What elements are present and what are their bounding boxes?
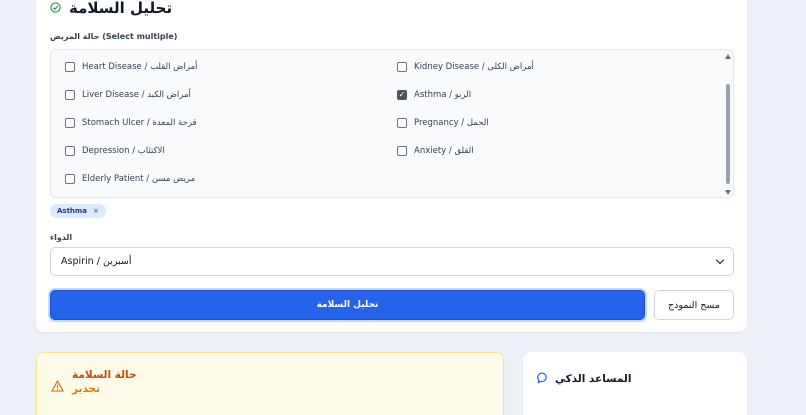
safety-analysis-form: تحليل السلامة حالة المريض (Select multip… xyxy=(36,0,747,332)
condition-label: Heart Disease / أمراض القلب xyxy=(82,62,198,72)
check-circle-icon xyxy=(50,0,61,17)
condition-option-kidney-disease[interactable]: Kidney Disease / أمراض الكلى xyxy=(397,62,534,72)
scroll-down-arrow[interactable] xyxy=(725,190,731,195)
drug-select[interactable]: Aspirin / أسبرين xyxy=(50,247,734,276)
condition-option-stomach-ulcer[interactable]: Stomach Ulcer / قرحة المعدة xyxy=(65,118,197,128)
form-header: تحليل السلامة xyxy=(50,0,172,17)
condition-label: Stomach Ulcer / قرحة المعدة xyxy=(82,118,197,128)
clear-form-button[interactable]: مسح النموذج xyxy=(654,290,734,320)
condition-checkbox-checked[interactable]: ✓ xyxy=(397,90,407,100)
chip-label: Asthma xyxy=(57,207,87,215)
scroll-up-arrow[interactable] xyxy=(725,54,731,59)
condition-option-anxiety[interactable]: Anxiety / القلق xyxy=(397,146,474,156)
selected-condition-chip: Asthma × xyxy=(50,204,106,218)
conditions-multiselect[interactable]: Heart Disease / أمراض القلب Kidney Disea… xyxy=(50,49,734,198)
drug-selected-value: Aspirin / أسبرين xyxy=(61,256,132,267)
condition-checkbox[interactable] xyxy=(397,62,407,72)
warning-triangle-icon xyxy=(51,377,64,396)
status-header: حالة السلامة تحذير xyxy=(51,369,137,396)
condition-label: Pregnancy / الحمل xyxy=(414,118,489,128)
condition-label: Anxiety / القلق xyxy=(414,146,474,156)
condition-checkbox[interactable] xyxy=(397,146,407,156)
condition-checkbox[interactable] xyxy=(65,146,75,156)
condition-checkbox[interactable] xyxy=(65,118,75,128)
analyze-safety-button[interactable]: تحليل السلامة xyxy=(50,290,645,320)
condition-option-heart-disease[interactable]: Heart Disease / أمراض القلب xyxy=(65,62,197,72)
condition-checkbox[interactable] xyxy=(65,62,75,72)
safety-status-card: حالة السلامة تحذير xyxy=(36,352,504,415)
assistant-title: المساعد الذكي xyxy=(555,372,632,385)
form-title: تحليل السلامة xyxy=(69,0,173,17)
ai-assistant-card: المساعد الذكي xyxy=(523,352,747,415)
chip-remove-icon[interactable]: × xyxy=(93,207,99,215)
condition-option-liver-disease[interactable]: Liver Disease / أمراض الكبد xyxy=(65,90,191,100)
scroll-thumb[interactable] xyxy=(726,84,730,184)
condition-option-elderly-patient[interactable]: Elderly Patient / مريض مسن xyxy=(65,174,195,184)
drug-label: الدواء xyxy=(50,233,73,242)
chat-bubble-icon xyxy=(537,369,549,388)
status-title: حالة السلامة xyxy=(72,369,137,381)
condition-option-depression[interactable]: Depression / الاكتئاب xyxy=(65,146,165,156)
assistant-header: المساعد الذكي xyxy=(537,369,631,388)
conditions-scrollbar[interactable] xyxy=(725,54,731,195)
condition-option-asthma[interactable]: ✓ Asthma / الربو xyxy=(397,90,471,100)
condition-label: Kidney Disease / أمراض الكلى xyxy=(414,62,534,72)
condition-checkbox[interactable] xyxy=(397,118,407,128)
status-details-cutoff xyxy=(51,411,491,415)
condition-checkbox[interactable] xyxy=(65,174,75,184)
status-level: تحذير xyxy=(72,383,101,395)
condition-label: Elderly Patient / مريض مسن xyxy=(82,174,196,184)
condition-label: Asthma / الربو xyxy=(414,90,472,100)
condition-option-pregnancy[interactable]: Pregnancy / الحمل xyxy=(397,118,489,128)
chevron-down-icon xyxy=(715,255,725,265)
conditions-label: حالة المريض (Select multiple) xyxy=(50,32,178,41)
condition-label: Liver Disease / أمراض الكبد xyxy=(82,90,191,100)
condition-checkbox[interactable] xyxy=(65,90,75,100)
condition-label: Depression / الاكتئاب xyxy=(82,146,165,156)
